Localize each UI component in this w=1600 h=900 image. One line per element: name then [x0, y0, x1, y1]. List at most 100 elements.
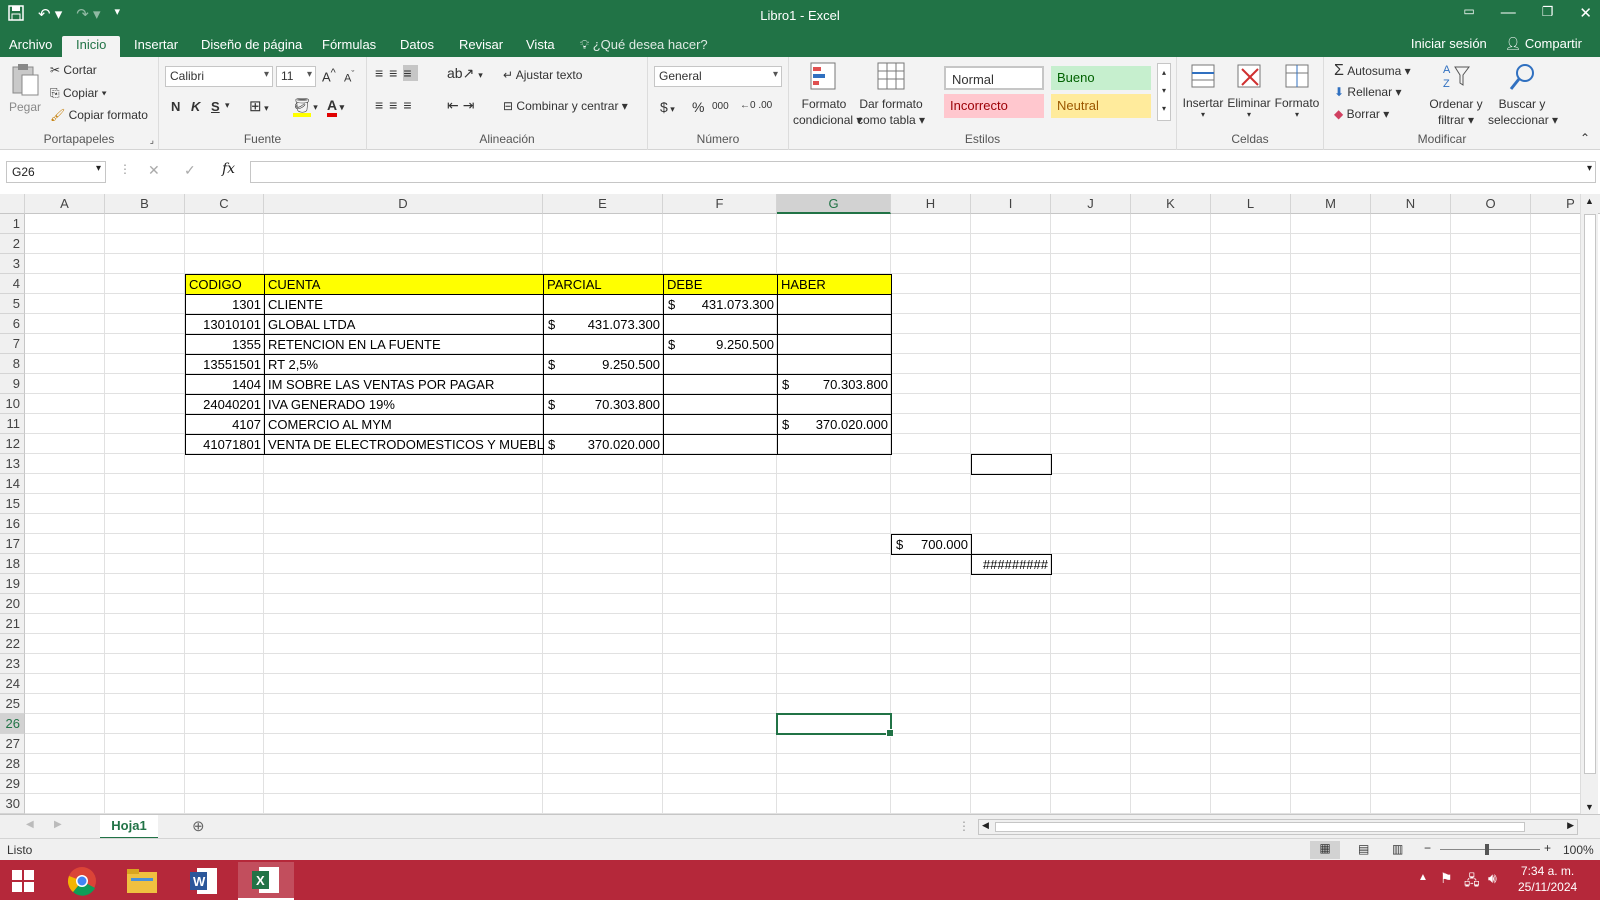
cell-cuenta[interactable]: VENTA DE ELECTRODOMESTICOS Y MUEBLES	[264, 434, 544, 455]
tab-revisar[interactable]: Revisar	[453, 36, 509, 57]
cell-parcial[interactable]: $370.020.000	[543, 434, 664, 455]
tab-inicio[interactable]: Inicio	[62, 36, 121, 57]
row-header-11[interactable]: 11	[0, 414, 25, 434]
row-header-25[interactable]: 25	[0, 694, 25, 714]
formula-input[interactable]	[250, 161, 1596, 183]
currency-button[interactable]: $ ▾	[660, 99, 675, 115]
cell-debe[interactable]	[663, 434, 778, 455]
row-header-16[interactable]: 16	[0, 514, 25, 534]
cell-haber[interactable]	[777, 334, 892, 355]
cell-haber[interactable]	[777, 434, 892, 455]
clock[interactable]: 7:34 a. m. 25/11/2024	[1518, 863, 1577, 895]
underline-button[interactable]: S	[211, 99, 220, 114]
fill-color-icon[interactable]: 🪣︎ ▾	[293, 97, 318, 117]
volume-icon[interactable]: 🔊︎	[1488, 870, 1497, 887]
cell-codigo[interactable]: 13010101	[185, 314, 265, 335]
cell-cuenta[interactable]: GLOBAL LTDA	[264, 314, 544, 335]
row-header-6[interactable]: 6	[0, 314, 25, 334]
column-header-g[interactable]: G	[777, 194, 891, 214]
cell-i13[interactable]	[971, 454, 1052, 475]
cell-parcial[interactable]: $431.073.300	[543, 314, 664, 335]
column-header-o[interactable]: O	[1451, 194, 1531, 214]
style-bad[interactable]: Incorrecto	[944, 94, 1044, 118]
horizontal-scroll-thumb[interactable]	[995, 822, 1525, 832]
next-sheet-icon[interactable]: ▶	[54, 819, 62, 830]
font-size-combo[interactable]: 11	[276, 66, 316, 87]
collapse-ribbon-icon[interactable]: ⌃	[1580, 131, 1590, 145]
bold-button[interactable]: N	[171, 99, 180, 114]
prev-sheet-icon[interactable]: ◀	[26, 819, 34, 830]
cell-haber[interactable]	[777, 294, 892, 315]
cell-debe[interactable]	[663, 314, 778, 335]
dialog-launcher-icon[interactable]: ⌟	[150, 135, 154, 146]
cancel-icon[interactable]: ✕	[148, 162, 160, 179]
style-normal[interactable]: Normal	[944, 66, 1044, 90]
row-header-18[interactable]: 18	[0, 554, 25, 574]
column-header-m[interactable]: M	[1291, 194, 1371, 214]
split-handle[interactable]: ⋮	[958, 819, 970, 833]
cell-haber[interactable]: $370.020.000	[777, 414, 892, 435]
horizontal-scrollbar[interactable]: ◀ ▶	[978, 819, 1578, 835]
row-header-27[interactable]: 27	[0, 734, 25, 754]
cell-cuenta[interactable]: IVA GENERADO 19%	[264, 394, 544, 415]
zoom-level[interactable]: 100%	[1563, 843, 1594, 857]
row-header-12[interactable]: 12	[0, 434, 25, 454]
cell-codigo[interactable]: 41071801	[185, 434, 265, 455]
styles-scroll[interactable]: ▴ ▾ ▾	[1157, 63, 1171, 121]
header-parcial[interactable]: PARCIAL	[543, 274, 664, 295]
autosum-button[interactable]: Σ Autosuma ▾	[1334, 62, 1411, 80]
row-header-26[interactable]: 26	[0, 714, 25, 734]
cell-haber[interactable]	[777, 314, 892, 335]
cell-parcial[interactable]: $9.250.500	[543, 354, 664, 375]
cell-codigo[interactable]: 1404	[185, 374, 265, 395]
column-header-d[interactable]: D	[264, 194, 543, 214]
cell-debe[interactable]: $9.250.500	[663, 334, 778, 355]
delete-cells-button[interactable]: Eliminar ▾	[1227, 61, 1271, 119]
scroll-up-icon[interactable]: ▲	[1585, 196, 1594, 206]
underline-dropdown-icon[interactable]: ▾	[225, 100, 230, 111]
zoom-slider-thumb[interactable]	[1485, 844, 1489, 855]
tab-archivo[interactable]: Archivo	[3, 36, 58, 57]
column-header-e[interactable]: E	[543, 194, 663, 214]
row-header-23[interactable]: 23	[0, 654, 25, 674]
header-haber[interactable]: HABER	[777, 274, 892, 295]
cell-haber[interactable]	[777, 354, 892, 375]
tab-vista[interactable]: Vista	[520, 36, 561, 57]
name-box-dropdown-icon[interactable]: ▾	[96, 163, 101, 174]
close-icon[interactable]: ✕	[1579, 4, 1592, 22]
column-header-c[interactable]: C	[185, 194, 264, 214]
horizontal-align-icons[interactable]: ≡≡≡	[375, 97, 418, 113]
header-codigo[interactable]: CODIGO	[185, 274, 265, 295]
column-header-a[interactable]: A	[25, 194, 105, 214]
number-format-combo[interactable]: General	[654, 66, 782, 87]
row-header-14[interactable]: 14	[0, 474, 25, 494]
cell-debe[interactable]	[663, 414, 778, 435]
sheet-tab-hoja1[interactable]: Hoja1	[100, 815, 158, 839]
cell-parcial[interactable]	[543, 374, 664, 395]
word-icon[interactable]: W	[176, 862, 232, 900]
style-good[interactable]: Bueno	[1051, 66, 1151, 90]
page-layout-view-icon[interactable]: ▤	[1358, 842, 1369, 856]
font-color-icon[interactable]: A ▾	[327, 97, 344, 117]
format-as-table-button[interactable]: Dar formato como tabla ▾	[855, 61, 927, 128]
thousands-button[interactable]: 000	[712, 101, 729, 112]
merge-center-button[interactable]: ⊟ Combinar y centrar ▾	[503, 99, 628, 113]
cell-parcial[interactable]	[543, 294, 664, 315]
row-header-29[interactable]: 29	[0, 774, 25, 794]
cell-codigo[interactable]: 1301	[185, 294, 265, 315]
insert-function-icon[interactable]: fx	[222, 161, 235, 177]
zoom-out-icon[interactable]: −	[1424, 841, 1431, 855]
cell-codigo[interactable]: 4107	[185, 414, 265, 435]
row-header-28[interactable]: 28	[0, 754, 25, 774]
column-header-i[interactable]: I	[971, 194, 1051, 214]
restore-icon[interactable]: ❐	[1542, 4, 1554, 22]
indent-icons[interactable]: ⇤⇥	[447, 97, 478, 114]
borders-icon[interactable]: ⊞ ▾	[249, 97, 269, 115]
row-header-30[interactable]: 30	[0, 794, 25, 814]
select-all-corner[interactable]	[0, 194, 25, 214]
row-header-22[interactable]: 22	[0, 634, 25, 654]
italic-button[interactable]: K	[191, 99, 200, 114]
row-header-20[interactable]: 20	[0, 594, 25, 614]
vertical-scrollbar[interactable]: ▲ ▼	[1580, 194, 1598, 814]
column-header-h[interactable]: H	[891, 194, 971, 214]
